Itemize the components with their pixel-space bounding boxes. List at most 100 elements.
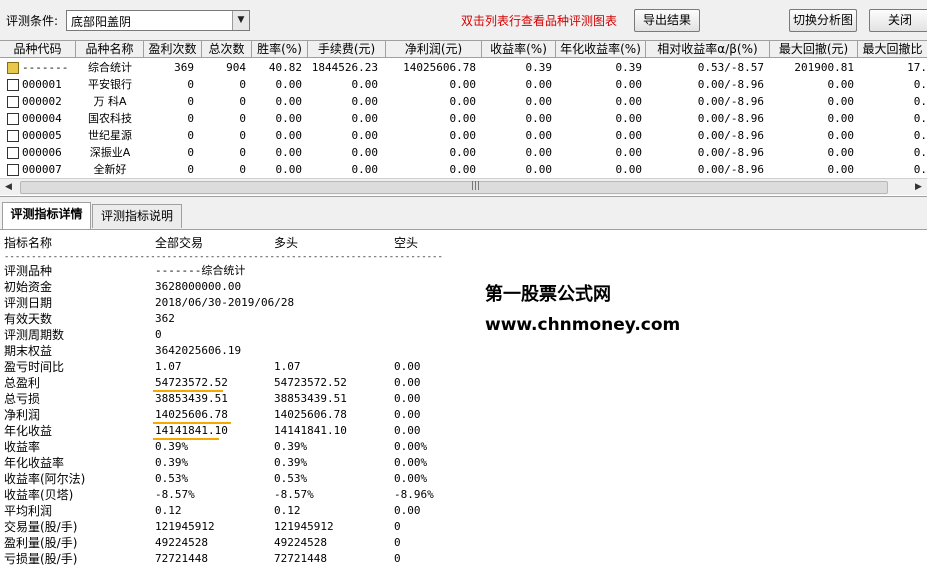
table-cell: 000001 <box>22 78 62 91</box>
table-cell: 0.00 <box>449 95 477 108</box>
table-cell: 40.82 <box>268 61 302 74</box>
metric-value: 0.39% <box>155 440 189 453</box>
metric-value: 0.00 <box>394 504 421 517</box>
tab-description[interactable]: 评测指标说明 <box>92 204 182 228</box>
table-row[interactable]: 000005 世纪星源 0 0 0.00 0.00 0.00 0.00 0.00 0.00/-8.… <box>0 127 927 144</box>
results-grid: 品种代码 品种名称 盈利次数 总次数 胜率(%) 手续费(元) 净利润(元) 收… <box>0 40 927 196</box>
table-cell: 0.00 <box>615 146 643 159</box>
table-cell: 000004 <box>22 112 62 125</box>
table-cell: 0.00 <box>525 112 553 125</box>
table-cell: 0.00 <box>615 163 643 176</box>
metric-label: 评测周期数 <box>4 328 65 342</box>
table-cell: 0.00 <box>449 129 477 142</box>
scroll-right-icon[interactable]: ▶ <box>910 179 927 196</box>
metric-value: 1.07 <box>274 360 301 373</box>
metric-value: 2018/06/30-2019/06/28 <box>155 296 295 309</box>
table-cell: 0.00 <box>275 112 303 125</box>
table-row[interactable]: 000002 万 科A 0 0 0.00 0.00 0.00 0.00 0.00 0.00/-8.… <box>0 93 927 110</box>
table-cell: 17. <box>907 61 927 74</box>
list-item: 盈利量(股/手) 49224528 49224528 0 <box>0 535 480 551</box>
stock-file-icon <box>7 96 19 108</box>
col-relative-return[interactable]: 相对收益率α/β(%) <box>646 41 770 58</box>
table-row[interactable]: ------- 综合统计 369 904 40.82 1844526.23 14025606… <box>0 59 927 76</box>
col-code[interactable]: 品种代码 <box>0 41 76 58</box>
metric-value: 0.53% <box>274 472 308 485</box>
metric-value: 14025606.78 <box>274 408 347 421</box>
table-cell: 0 <box>239 163 246 176</box>
metric-label: 收益率 <box>4 440 41 454</box>
metric-value: 0.00% <box>394 472 428 485</box>
table-cell: 国农科技 <box>88 112 132 125</box>
metric-label: 总亏损 <box>4 392 41 406</box>
table-cell: 0.00 <box>615 95 643 108</box>
col-total[interactable]: 总次数 <box>202 41 252 58</box>
list-item: 年化收益 14141841.10 14141841.10 0.00 <box>0 423 480 439</box>
col-winrate[interactable]: 胜率(%) <box>252 41 308 58</box>
table-cell: 0.00 <box>615 78 643 91</box>
col-fee[interactable]: 手续费(元) <box>308 41 386 58</box>
table-cell: 0. <box>913 129 927 142</box>
table-cell: 0 <box>187 146 194 159</box>
metric-value: 0.00 <box>394 424 421 437</box>
chevron-down-icon[interactable]: ▼ <box>232 11 249 30</box>
table-cell: 平安银行 <box>88 78 132 91</box>
list-item: 总亏损 38853439.51 38853439.51 0.00 <box>0 391 480 407</box>
details-header-long: 多头 <box>274 236 299 250</box>
metric-value: -------综合统计 <box>155 264 246 277</box>
metric-value: 0.00 <box>394 392 421 405</box>
table-cell: 0.00 <box>525 78 553 91</box>
table-cell: 0.00 <box>275 78 303 91</box>
metric-label: 盈亏时间比 <box>4 360 65 374</box>
grid-header: 品种代码 品种名称 盈利次数 总次数 胜率(%) 手续费(元) 净利润(元) 收… <box>0 41 927 58</box>
table-cell: 000005 <box>22 129 62 142</box>
table-cell: 0.00 <box>275 146 303 159</box>
metric-value: 0 <box>394 552 401 565</box>
metric-value: -8.57% <box>155 488 195 501</box>
metric-value: 1.07 <box>155 360 182 373</box>
col-max-drawdown[interactable]: 最大回撤(元) <box>770 41 858 58</box>
close-button[interactable]: 关闭 <box>869 9 927 32</box>
metric-label: 盈利量(股/手) <box>4 536 78 550</box>
table-cell: 0.00/-8.96 <box>697 146 764 159</box>
metric-value: 14141841.10 <box>274 424 347 437</box>
table-cell: 0.00 <box>351 129 379 142</box>
metric-value: 14141841.10 <box>155 424 228 437</box>
list-item: 期末权益 3642025606.19 <box>0 343 480 359</box>
col-return[interactable]: 收益率(%) <box>482 41 556 58</box>
table-row[interactable]: 000004 国农科技 0 0 0.00 0.00 0.00 0.00 0.00 0.00/-8.… <box>0 110 927 127</box>
table-cell: 201900.81 <box>794 61 854 74</box>
details-header-all: 全部交易 <box>155 236 204 250</box>
col-name[interactable]: 品种名称 <box>76 41 144 58</box>
table-cell: 0.00 <box>525 146 553 159</box>
col-annual-return[interactable]: 年化收益率(%) <box>556 41 646 58</box>
condition-select[interactable]: 底部阳盖阴 ▼ <box>66 10 250 31</box>
table-row[interactable]: 000001 平安银行 0 0 0.00 0.00 0.00 0.00 0.00 0.00/-8.… <box>0 76 927 93</box>
table-row[interactable]: 000007 全新好 0 0 0.00 0.00 0.00 0.00 0.00 0.00/-8.9… <box>0 161 927 178</box>
metric-value: 0.00% <box>394 440 428 453</box>
table-cell: 0.00 <box>351 95 379 108</box>
switch-chart-button[interactable]: 切换分析图 <box>789 9 857 32</box>
tab-detail[interactable]: 评测指标详情 <box>2 202 91 230</box>
metric-label: 有效天数 <box>4 312 53 326</box>
details-header-name: 指标名称 <box>4 236 53 250</box>
highlight-underline <box>153 438 219 440</box>
col-max-drawdown-ratio[interactable]: 最大回撤比 <box>858 41 927 58</box>
table-cell: 深振业A <box>89 146 131 159</box>
list-item: 有效天数 362 <box>0 311 480 327</box>
col-wins[interactable]: 盈利次数 <box>144 41 202 58</box>
table-cell: ------- <box>22 61 69 74</box>
metric-value: 0.00 <box>394 376 421 389</box>
table-cell: 0 <box>239 78 246 91</box>
metric-value: 49224528 <box>274 536 327 549</box>
table-row[interactable]: 000006 深振业A 0 0 0.00 0.00 0.00 0.00 0.00 0.00/-8.… <box>0 144 927 161</box>
list-item: 收益率(阿尔法) 0.53% 0.53% 0.00% <box>0 471 480 487</box>
metric-value: 0.12 <box>155 504 182 517</box>
export-button[interactable]: 导出结果 <box>634 9 700 32</box>
horizontal-scrollbar[interactable]: ◀ ||| ▶ <box>0 178 927 195</box>
table-cell: 0.00 <box>275 163 303 176</box>
scroll-thumb[interactable]: ||| <box>20 181 888 194</box>
table-cell: 000002 <box>22 95 62 108</box>
list-item: 交易量(股/手) 121945912 121945912 0 <box>0 519 480 535</box>
scroll-left-icon[interactable]: ◀ <box>0 179 17 196</box>
col-net-profit[interactable]: 净利润(元) <box>386 41 482 58</box>
